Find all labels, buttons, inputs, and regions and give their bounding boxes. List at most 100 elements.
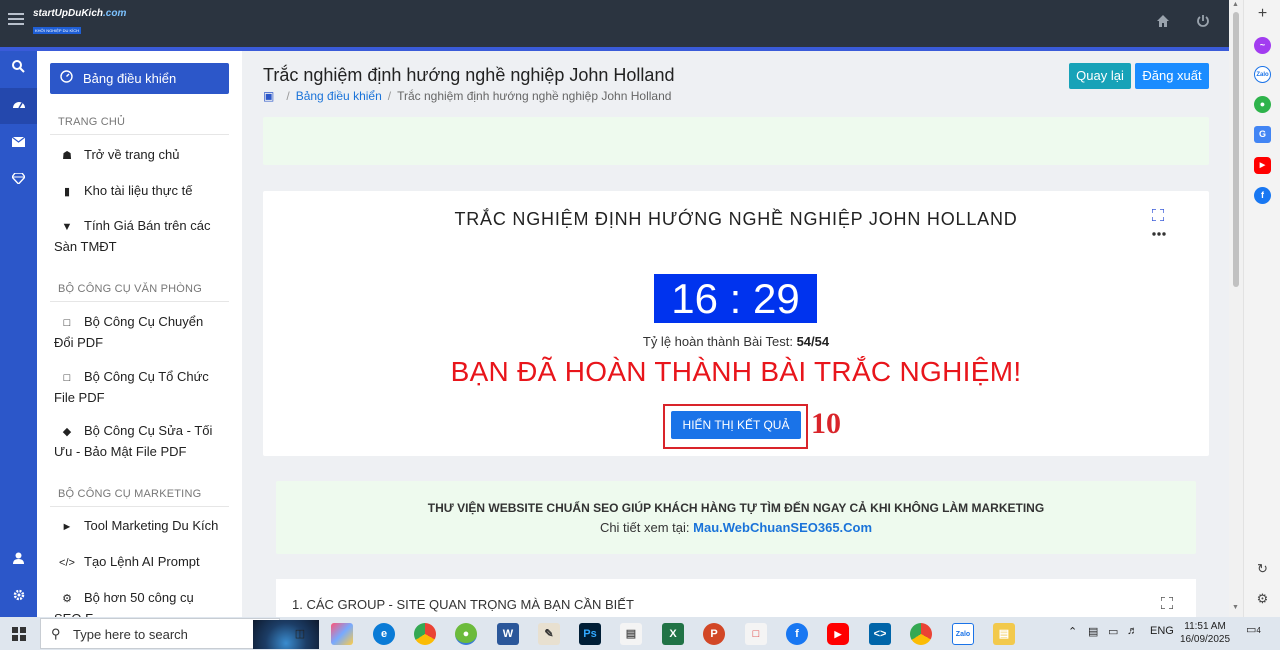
search-icon[interactable] (0, 51, 37, 87)
notification-count: 4 (1256, 626, 1261, 635)
sidebar-item-documents[interactable]: ▮ Kho tài liệu thực tế (54, 181, 224, 202)
quiz-title: TRẮC NGHIỆM ĐỊNH HƯỚNG NGHỀ NGHIỆP JOHN … (454, 209, 1018, 229)
system-clock[interactable]: 11:51 AM 16/09/2025 (1180, 620, 1230, 646)
more-options-icon[interactable] (1152, 224, 1166, 239)
clock-time: 11:51 AM (1184, 621, 1226, 632)
facebook-icon[interactable]: f (1254, 187, 1271, 204)
dashboard-icon (60, 63, 74, 94)
cube-icon[interactable]: ▣ (263, 89, 274, 103)
sidebar-item-dashboard[interactable]: Bảng điều khiển (50, 63, 229, 94)
browser-sidebar: + ~ Zalo ● G ▶ f ↻ ⚙ (1243, 0, 1280, 617)
plus-icon[interactable]: + (1254, 5, 1271, 22)
device-icon[interactable]: ▤ (1088, 625, 1098, 638)
chrome-icon[interactable] (414, 623, 436, 645)
back-button[interactable]: Quay lại (1069, 63, 1131, 89)
home-icon[interactable] (1154, 14, 1172, 32)
breadcrumb-dashboard-link[interactable]: Bảng điều khiển (296, 89, 382, 103)
sidebar-item-label: Bảng điều khiển (83, 71, 177, 86)
zalo-icon[interactable]: Zalo (952, 623, 974, 645)
page-scrollbar[interactable]: ▲ ▼ (1229, 0, 1243, 617)
youtube-icon[interactable]: ▶ (1254, 157, 1271, 174)
scroll-up-icon[interactable]: ▲ (1232, 1, 1239, 8)
pdf-reader-icon[interactable]: □ (745, 623, 767, 645)
copilot-icon[interactable] (331, 623, 353, 645)
taskbar-search-box[interactable]: ⚲ Type here to search (40, 618, 319, 649)
vscode-icon[interactable]: <> (869, 623, 891, 645)
history-icon[interactable]: ↻ (1254, 560, 1271, 577)
scroll-thumb[interactable] (1233, 12, 1239, 287)
facebook-icon[interactable]: f (786, 623, 808, 645)
progress-value: 54/54 (796, 334, 830, 349)
chrome-profile-icon[interactable] (910, 623, 932, 645)
sidebar-item-pdf-organizer[interactable]: □ Bộ Công Cụ Tổ Chức File PDF (54, 367, 224, 408)
dashboard-icon[interactable] (0, 88, 37, 124)
sidebar-item-home[interactable]: ☗ Trở về trang chủ (54, 145, 224, 166)
game-icon[interactable]: ● (1254, 96, 1271, 113)
photoshop-icon[interactable]: Ps (579, 623, 601, 645)
word-icon[interactable]: W (497, 623, 519, 645)
fullscreen-icon[interactable] (1160, 596, 1174, 612)
sidebar-item-seo-tools[interactable]: ⚙Bộ hơn 50 công cụ SEO F... (54, 588, 224, 617)
scroll-down-icon[interactable]: ▼ (1232, 604, 1239, 611)
page-title: Trắc nghiệm định hướng nghề nghiệp John … (263, 65, 675, 85)
messenger-icon[interactable]: ~ (1254, 37, 1271, 54)
section-title-office-tools: BỘ CÔNG CỤ VĂN PHÒNG (58, 283, 202, 295)
gear-icon[interactable]: ⚙ (1254, 590, 1271, 607)
diamond-icon[interactable] (0, 162, 37, 198)
user-icon[interactable] (0, 542, 37, 578)
promo-title: THƯ VIỆN WEBSITE CHUẨN SEO GIÚP KHÁCH HÀ… (427, 501, 1045, 515)
countdown-timer: 16 : 29 (654, 274, 817, 323)
file-explorer-icon[interactable]: ▤ (993, 623, 1015, 645)
section-title-home: TRANG CHỦ (58, 116, 126, 128)
sidebar: Bảng điều khiển TRANG CHỦ ☗ Trở về trang … (37, 51, 242, 617)
document-icon: ▮ (63, 186, 71, 198)
paint-icon[interactable]: ✎ (538, 623, 560, 645)
sidebar-item-ai-prompt[interactable]: </> Tạo Lệnh AI Prompt (54, 552, 224, 573)
show-result-button[interactable]: HIỂN THỊ KẾT QUẢ (671, 411, 801, 439)
settings-icon[interactable] (0, 579, 37, 615)
task-view-icon[interactable]: ◫ (289, 623, 311, 645)
mail-icon[interactable] (0, 125, 37, 161)
notepad-icon[interactable]: ▤ (620, 623, 642, 645)
sidebar-item-pdf-converter[interactable]: □ Bộ Công Cụ Chuyển Đổi PDF (54, 312, 224, 353)
pdf-file-icon: □ (63, 372, 71, 384)
shield-icon: ◆ (62, 426, 72, 438)
youtube-icon[interactable]: ▶ (827, 623, 849, 645)
taskbar: ⚲ Type here to search ◫ e ● W ✎ Ps ▤ X P… (0, 617, 1280, 650)
sidebar-item-pdf-security[interactable]: ◆ Bộ Công Cụ Sửa - Tối Ưu - Bảo Mật File … (54, 421, 224, 462)
notice-banner (263, 117, 1209, 165)
excel-icon[interactable]: X (662, 623, 684, 645)
code-icon: </> (59, 557, 75, 569)
coccoc-icon[interactable]: ● (455, 623, 477, 645)
promo-link[interactable]: Mau.WebChuanSEO365.Com (693, 520, 872, 535)
pdf-file-icon: □ (63, 317, 71, 329)
powerpoint-icon[interactable]: P (703, 623, 725, 645)
logo[interactable]: startUpDuKich.com KHỞI NGHIỆP DU KÍCH (33, 8, 126, 38)
menu-icon[interactable] (8, 13, 24, 27)
power-icon[interactable] (1194, 14, 1212, 32)
network-icon[interactable]: ▭ (1108, 625, 1118, 638)
main-content: Trắc nghiệm định hướng nghề nghiệp John … (242, 51, 1229, 617)
clock-date: 16/09/2025 (1180, 634, 1231, 645)
quiz-card: TRẮC NGHIỆM ĐỊNH HƯỚNG NGHỀ NGHIỆP JOHN … (263, 191, 1209, 456)
notification-icon[interactable]: ▭4 (1246, 623, 1261, 636)
language-indicator[interactable]: ENG (1150, 625, 1174, 637)
translate-icon[interactable]: G (1254, 126, 1271, 143)
logout-button[interactable]: Đăng xuất (1135, 63, 1209, 89)
windows-start-icon[interactable] (12, 627, 26, 641)
promo-detail-label: Chi tiết xem tại: (599, 520, 690, 535)
groups-card-title: 1. CÁC GROUP - SITE QUAN TRỌNG MÀ BẠN CẦ… (292, 597, 634, 612)
house-icon: ☗ (62, 150, 72, 162)
fullscreen-icon[interactable] (1151, 208, 1165, 224)
sidebar-item-marketing-tool[interactable]: ► Tool Marketing Du Kích (54, 516, 224, 537)
progress-label: Tỷ lệ hoàn thành Bài Test: (642, 334, 793, 349)
volume-icon[interactable]: ♬ (1127, 625, 1138, 637)
edge-icon[interactable]: e (373, 623, 395, 645)
sidebar-item-price-calculator[interactable]: ▼ Tính Giá Bán trên các Sàn TMĐT (54, 216, 224, 257)
promo-banner: THƯ VIỆN WEBSITE CHUẨN SEO GIÚP KHÁCH HÀ… (276, 481, 1196, 554)
divider (50, 301, 229, 302)
top-bar: startUpDuKich.com KHỞI NGHIỆP DU KÍCH (0, 0, 1229, 47)
annotation-number: 10 (811, 407, 841, 440)
chevron-up-icon[interactable]: ⌃ (1068, 625, 1077, 638)
zalo-icon[interactable]: Zalo (1254, 66, 1271, 83)
